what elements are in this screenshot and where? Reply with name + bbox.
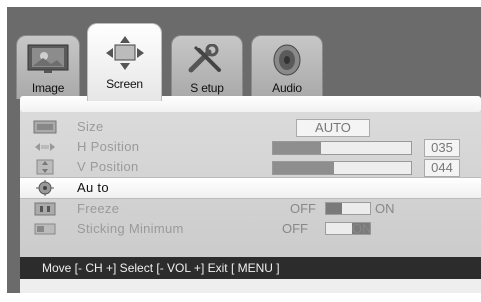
h-position-value: 035: [424, 139, 460, 157]
sticking-icon: [33, 221, 57, 237]
tab-setup[interactable]: S etup: [171, 35, 243, 99]
menu-row-sticking-minimum[interactable]: Sticking Minimum OFF ON: [20, 219, 481, 239]
osd-menu: Image Screen S etup Audio Size AUTO H Po…: [7, 7, 481, 293]
size-value[interactable]: AUTO: [296, 119, 370, 137]
tab-screen[interactable]: Screen: [87, 23, 162, 101]
v-position-value: 044: [424, 159, 460, 177]
auto-adjust-icon: [33, 180, 57, 196]
aspect-ratio-icon: [33, 119, 57, 135]
sticking-label: Sticking Minimum: [77, 221, 184, 236]
help-bar: Move [- CH +] Select [- VOL +] Exit [ ME…: [20, 257, 481, 279]
screen-arrows-icon: [105, 36, 144, 75]
help-text: Move [- CH +] Select [- VOL +] Exit [ ME…: [42, 261, 280, 275]
tab-label: Image: [31, 81, 65, 95]
h-position-label: H Position: [77, 139, 140, 154]
freeze-toggle[interactable]: [325, 202, 371, 215]
speaker-icon: [270, 44, 304, 81]
freeze-off-text: OFF: [290, 201, 316, 216]
sticking-on-text: ON: [352, 221, 372, 236]
size-label: Size: [77, 119, 104, 134]
toggle-knob: [326, 203, 342, 214]
tab-image[interactable]: Image: [16, 35, 80, 99]
menu-row-freeze[interactable]: Freeze OFF ON: [20, 199, 481, 219]
menu-row-auto[interactable]: Au to: [20, 177, 481, 199]
freeze-label: Freeze: [77, 201, 120, 216]
menu-row-v-position[interactable]: V Position 044: [20, 157, 481, 177]
v-position-label: V Position: [77, 159, 139, 174]
monitor-icon: [27, 44, 69, 79]
menu-row-size[interactable]: Size AUTO: [20, 117, 481, 137]
tab-audio[interactable]: Audio: [251, 35, 323, 99]
freeze-icon: [33, 201, 57, 217]
sticking-off-text: OFF: [282, 221, 308, 236]
tab-label: Audio: [272, 81, 302, 95]
vertical-arrows-icon: [33, 159, 57, 175]
tab-label: S etup: [190, 81, 224, 95]
auto-label: Au to: [77, 180, 109, 195]
slider-fill: [273, 142, 322, 154]
footer-bar: [20, 279, 481, 293]
freeze-on-text: ON: [375, 201, 395, 216]
v-position-slider[interactable]: [272, 161, 412, 175]
horizontal-arrows-icon: [33, 139, 57, 155]
menu-row-h-position[interactable]: H Position 035: [20, 137, 481, 157]
tools-icon: [187, 43, 227, 79]
tab-label: Screen: [106, 77, 143, 91]
h-position-slider[interactable]: [272, 141, 412, 155]
slider-fill: [273, 162, 334, 174]
